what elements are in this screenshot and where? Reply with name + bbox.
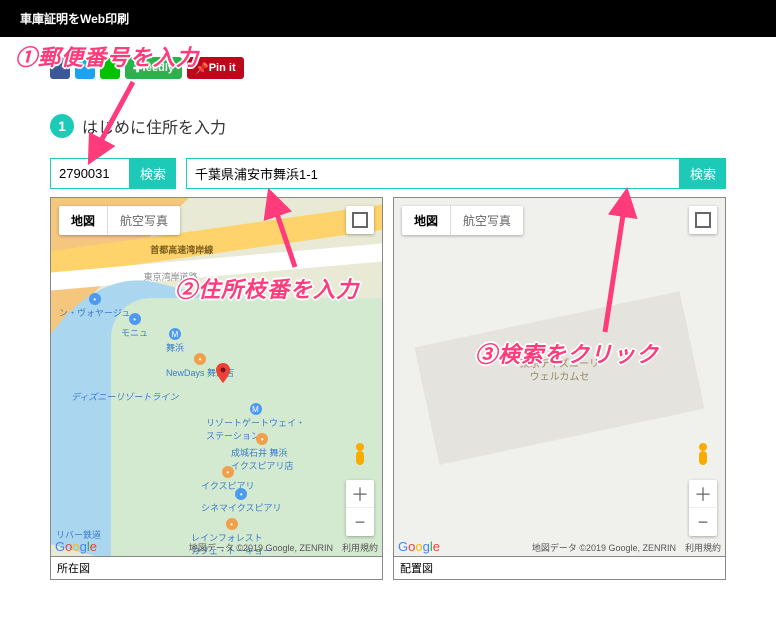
zoom-out-right[interactable]: −	[689, 508, 717, 536]
zoom-in-right[interactable]: ＋	[689, 480, 717, 508]
map-left-col: 首都高速湾岸線 東京湾岸道路 •ン・ヴォヤージュ •モニュ M舞浜 •NewDa…	[50, 197, 383, 580]
step-number-badge: 1	[50, 114, 74, 138]
arrow-1-icon	[85, 77, 145, 162]
map-tab-sat-right[interactable]: 航空写真	[451, 206, 523, 235]
zip-search-button[interactable]: 検索	[130, 158, 176, 189]
poi-station: M舞浜	[166, 328, 184, 354]
address-input[interactable]	[186, 158, 680, 189]
road-label-expressway: 首都高速湾岸線	[150, 243, 213, 256]
fullscreen-icon	[695, 212, 711, 228]
zoom-controls-right: ＋ −	[689, 480, 717, 536]
address-search-button[interactable]: 検索	[680, 158, 726, 189]
map-left[interactable]: 首都高速湾岸線 東京湾岸道路 •ン・ヴォヤージュ •モニュ M舞浜 •NewDa…	[50, 197, 383, 557]
map-attribution-right: 地図データ ©2019 Google, ZENRIN 利用規約	[532, 541, 721, 554]
map-right-col: 東京ディズニーリ ウェルカムセ 地図 航空写真 ＋ − Google 地図データ…	[393, 197, 726, 580]
map-label-right: 配置図	[393, 557, 726, 580]
google-logo-left: Google	[55, 539, 97, 554]
map-right[interactable]: 東京ディズニーリ ウェルカムセ 地図 航空写真 ＋ − Google 地図データ…	[393, 197, 726, 557]
zip-group: 検索	[50, 158, 176, 189]
map-marker-icon	[216, 363, 230, 386]
fullscreen-button-right[interactable]	[689, 206, 717, 234]
google-logo-right: Google	[398, 539, 440, 554]
step-title: 1 はじめに住所を入力	[50, 114, 726, 138]
map-tab-sat-left[interactable]: 航空写真	[108, 206, 180, 235]
pegman-right[interactable]	[691, 441, 715, 471]
fullscreen-icon	[352, 212, 368, 228]
poi-cinema: •シネマイクスピアリ	[201, 488, 282, 514]
zoom-in-left[interactable]: ＋	[346, 480, 374, 508]
zoom-out-left[interactable]: −	[346, 508, 374, 536]
poi-resort-line: ディズニーリゾートライン	[71, 390, 178, 403]
zoom-controls-left: ＋ −	[346, 480, 374, 536]
poi-monu: •モニュ	[121, 313, 148, 339]
poi-voyage: •ン・ヴォヤージュ	[59, 293, 130, 319]
addr-group: 検索	[186, 158, 726, 189]
input-row: 検索 検索	[50, 158, 726, 189]
map-type-control-right: 地図 航空写真	[402, 206, 523, 235]
map-tab-map-left[interactable]: 地図	[59, 206, 108, 235]
pegman-left[interactable]	[348, 441, 372, 471]
annotation-2: ②住所枝番を入力	[175, 272, 359, 304]
annotation-3: ③検索をクリック	[475, 337, 659, 369]
map-type-control-left: 地図 航空写真	[59, 206, 180, 235]
annotation-1: ①郵便番号を入力	[15, 40, 199, 72]
map-label-left: 所在図	[50, 557, 383, 580]
fullscreen-button-left[interactable]	[346, 206, 374, 234]
content: ✚ feedly 📌 Pin it 1 はじめに住所を入力 検索 検索 首都高速…	[0, 37, 776, 600]
arrow-3-icon	[595, 197, 635, 337]
header: 車庫証明をWeb印刷	[0, 0, 776, 37]
pinit-label: Pin it	[209, 62, 236, 74]
arrow-2-icon	[265, 197, 305, 272]
map-attribution-left: 地図データ ©2019 Google, ZENRIN 利用規約	[189, 541, 378, 554]
map-tab-map-right[interactable]: 地図	[402, 206, 451, 235]
zip-input[interactable]	[50, 158, 130, 189]
header-title: 車庫証明をWeb印刷	[20, 12, 129, 26]
